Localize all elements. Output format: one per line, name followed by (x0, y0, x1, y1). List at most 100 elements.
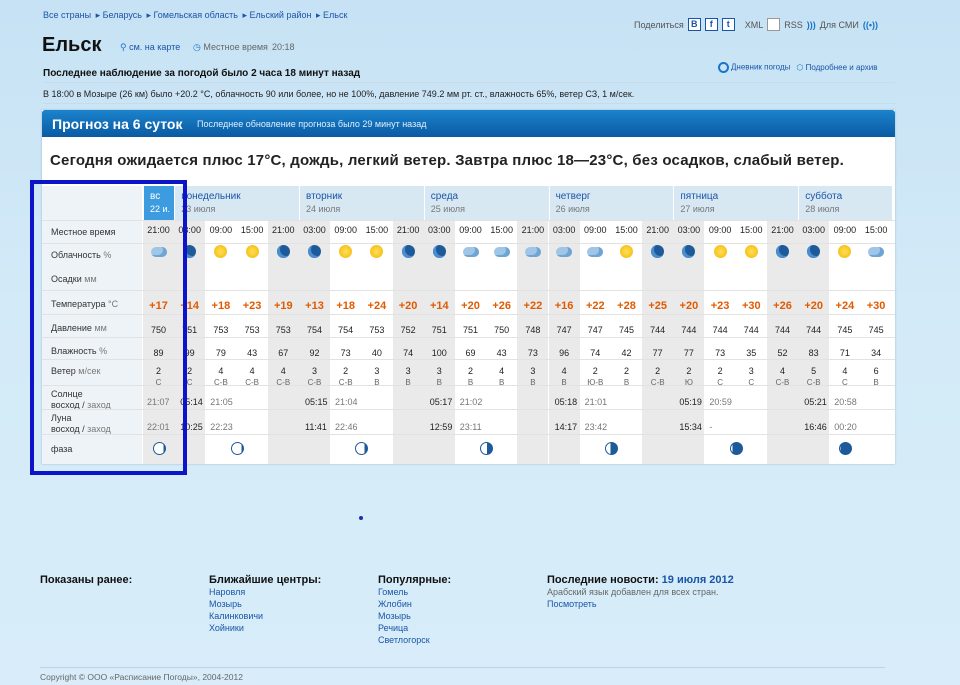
wind-direction: В (405, 378, 411, 387)
day-header[interactable]: суббота 28 июля (798, 186, 892, 220)
rss-link[interactable]: RSS (784, 20, 803, 30)
time-cell: 15:00 (240, 225, 264, 235)
local-time-value: 20:18 (271, 42, 295, 52)
sun-icon (837, 243, 853, 259)
day-header[interactable]: вторник 24 июля (299, 186, 424, 220)
xml-link[interactable]: XML (745, 20, 764, 30)
day-name: вторник (306, 191, 343, 202)
rss-icon[interactable]: ))) (807, 20, 816, 30)
footer-link[interactable]: Хойники (209, 622, 321, 634)
wind-direction: В (873, 378, 879, 387)
temperature-cell: +13 (305, 300, 324, 312)
temperature-cell: +16 (554, 300, 574, 312)
map-link-label[interactable]: см. на карте (129, 42, 180, 52)
breadcrumb-item[interactable]: Все страны (43, 10, 91, 20)
share-bar: Поделиться B f t XML RSS ))) Для СМИ ((•… (634, 18, 878, 31)
wind-direction: С-В (338, 378, 353, 387)
forecast-column: 21:00 +26 744 52 4 С-В (767, 220, 798, 464)
footer-link[interactable]: Светлогорск (378, 634, 451, 646)
moon-icon (400, 243, 416, 259)
moon-icon (650, 243, 666, 259)
time-cell: 03:00 (677, 225, 701, 235)
wind-direction: В (374, 378, 380, 387)
media-link[interactable]: Для СМИ (820, 20, 859, 30)
diary-link-label[interactable]: Дневник погоды (731, 63, 790, 72)
moon-phase-icon (605, 442, 618, 455)
wind-direction: Ю-В (587, 378, 604, 387)
footer-link[interactable]: Калинковичи (209, 610, 321, 622)
footer-link[interactable]: Наровля (209, 586, 321, 598)
map-link[interactable]: ⚲ см. на карте (120, 42, 180, 53)
pressure-cell: 745 (868, 325, 884, 335)
wind-direction: С-В (650, 378, 665, 387)
time-cell: 09:00 (334, 225, 357, 235)
footer-link[interactable]: Мозырь (209, 598, 321, 610)
humidity-cell: 73 (715, 348, 726, 358)
day-header[interactable]: пятница 27 июля (673, 186, 799, 220)
wind-speed: 4 (218, 366, 224, 376)
archive-link[interactable]: ⬡ Подробнее и архив (796, 63, 877, 72)
humidity-cell: 67 (278, 348, 289, 358)
temperature-cell: +30 (866, 300, 886, 312)
sun-rise: 05:21 (804, 397, 827, 407)
forecast-column: 15:00 +24 753 40 3 В (361, 220, 392, 464)
news-link[interactable]: Посмотреть (547, 598, 734, 610)
time-cell: 21:00 (521, 225, 545, 235)
footer-link[interactable]: Жлобин (378, 598, 451, 610)
temperature-cell: +26 (773, 300, 792, 312)
time-cell: 03:00 (552, 225, 576, 235)
news-date[interactable]: 19 июля 2012 (662, 574, 734, 586)
location-pin-icon: ⚲ (120, 42, 127, 52)
forecast-column: 21:00 +25 744 77 2 С-В (642, 220, 674, 464)
moon-icon (275, 243, 291, 259)
moon-set: - (709, 422, 713, 432)
forecast-column: 15:00 +23 753 43 4 С-В (237, 220, 268, 464)
time-cell: 09:00 (459, 225, 482, 235)
time-cell: 21:00 (646, 225, 669, 235)
breadcrumb-item[interactable]: Ельский район (250, 10, 312, 20)
wind-speed: 2 (686, 366, 692, 376)
breadcrumb-item[interactable]: Гомельская область (154, 10, 238, 20)
footer-link[interactable]: Гомель (378, 586, 451, 598)
vk-icon[interactable]: B (687, 18, 701, 31)
local-time: ◷ Местное время 20:18 (193, 42, 294, 53)
archive-link-label[interactable]: Подробнее и архив (806, 63, 878, 72)
facebook-icon[interactable]: f (704, 18, 718, 31)
document-icon[interactable] (767, 18, 781, 31)
cloud-icon (587, 243, 604, 259)
sun-rise: 05:18 (554, 397, 578, 407)
footer-link[interactable]: Мозырь (378, 610, 451, 622)
sun-icon (213, 243, 229, 259)
day-header[interactable]: понедельник 23 июля (174, 186, 299, 220)
wind-speed: 3 (374, 366, 380, 376)
humidity-cell: 69 (465, 348, 476, 358)
broadcast-icon[interactable]: ((•)) (863, 20, 878, 30)
sun-icon (244, 243, 260, 259)
humidity-cell: 77 (652, 348, 663, 358)
sun-set: 21:05 (210, 397, 233, 407)
breadcrumb-item[interactable]: Беларусь (103, 10, 142, 20)
wind-speed: 2 (343, 366, 349, 376)
moon-set: 22:46 (335, 422, 358, 432)
breadcrumb-item[interactable]: Ельск (323, 10, 347, 20)
footer-link[interactable]: Речица (378, 622, 451, 634)
day-header[interactable]: четверг 26 июля (548, 186, 674, 220)
wind-speed: 2 (623, 366, 629, 376)
moon-icon (307, 243, 323, 259)
humidity-cell: 77 (683, 348, 694, 358)
diary-link[interactable]: Дневник погоды (718, 62, 790, 73)
moon-rise: 12:59 (429, 422, 453, 432)
moon-set: 22:23 (210, 422, 233, 432)
pressure-cell: 745 (837, 325, 853, 335)
forecast-header: Прогноз на 6 суток Последнее обновление … (42, 110, 895, 137)
pressure-cell: 744 (681, 325, 697, 335)
wind-speed: 3 (405, 366, 411, 376)
temperature-cell: +28 (617, 300, 636, 312)
sun-set: 20:58 (834, 397, 857, 407)
twitter-icon[interactable]: t (721, 18, 735, 31)
pressure-cell: 751 (462, 325, 479, 335)
cloud-icon (493, 243, 510, 259)
day-header[interactable]: среда 25 июля (423, 186, 549, 220)
humidity-cell: 43 (496, 348, 507, 358)
humidity-cell: 43 (247, 348, 258, 358)
